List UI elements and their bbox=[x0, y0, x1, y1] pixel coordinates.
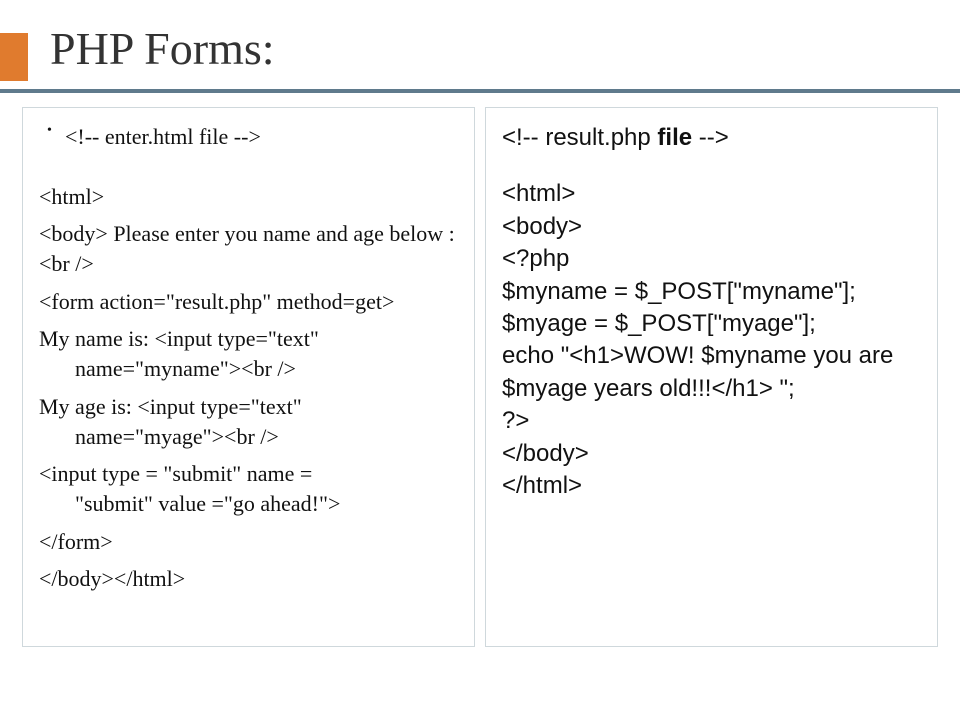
right-file-comment: <!-- result.php file --> bbox=[502, 122, 921, 154]
slide: PHP Forms: <!-- enter.html file --> <htm… bbox=[0, 0, 960, 720]
code-line: My age is: <input type="text" name="myag… bbox=[39, 392, 458, 451]
code-line: </body></html> bbox=[39, 564, 458, 594]
divider bbox=[0, 89, 960, 93]
code-line: <?php bbox=[502, 243, 921, 275]
code-text: --> bbox=[692, 124, 729, 151]
code-text: <form action="result.php" method=get> bbox=[39, 289, 394, 314]
code-line: <input type = "submit" name = "submit" v… bbox=[39, 459, 458, 518]
code-text: "submit" value ="go ahead!"> bbox=[39, 489, 458, 519]
columns: <!-- enter.html file --> <html> <body> P… bbox=[0, 107, 960, 647]
code-text: My age is: <input type="text" bbox=[39, 394, 302, 419]
left-file-comment: <!-- enter.html file --> bbox=[39, 122, 458, 152]
code-text: name="myname"><br /> bbox=[39, 354, 458, 384]
code-text: echo " bbox=[502, 342, 569, 369]
slide-title: PHP Forms: bbox=[50, 22, 275, 81]
code-text: name="myage"><br /> bbox=[39, 422, 458, 452]
right-card: <!-- result.php file --> <html> <body> <… bbox=[485, 107, 938, 647]
code-text-bold: file bbox=[657, 124, 692, 151]
code-line: <body> Please enter you name and age bel… bbox=[39, 219, 458, 278]
code-line: $myname = $_POST["myname"]; bbox=[502, 276, 921, 308]
code-line: <html> bbox=[502, 178, 921, 210]
code-text: <input type = "submit" name = bbox=[39, 461, 312, 486]
code-line: ?> bbox=[502, 405, 921, 437]
code-text: <!-- result.php bbox=[502, 124, 657, 151]
code-line: </html> bbox=[502, 470, 921, 502]
left-card: <!-- enter.html file --> <html> <body> P… bbox=[22, 107, 475, 647]
code-line: My name is: <input type="text" name="myn… bbox=[39, 324, 458, 383]
code-line: <form action="result.php" method=get> bbox=[39, 287, 458, 317]
title-row: PHP Forms: bbox=[0, 0, 960, 81]
code-text: <body> Please enter you name and age bel… bbox=[39, 221, 455, 276]
code-text: <!-- enter.html file --> bbox=[65, 124, 261, 149]
code-text: My name is: <input type="text" bbox=[39, 326, 319, 351]
code-line: echo "<h1>WOW! $myname you are $myage ye… bbox=[502, 340, 921, 405]
code-line: <html> bbox=[39, 182, 458, 212]
code-line: </body> bbox=[502, 438, 921, 470]
accent-block bbox=[0, 33, 28, 81]
code-line: $myage = $_POST["myage"]; bbox=[502, 308, 921, 340]
code-text: "; bbox=[773, 375, 795, 402]
code-line: </form> bbox=[39, 527, 458, 557]
code-line: <body> bbox=[502, 211, 921, 243]
